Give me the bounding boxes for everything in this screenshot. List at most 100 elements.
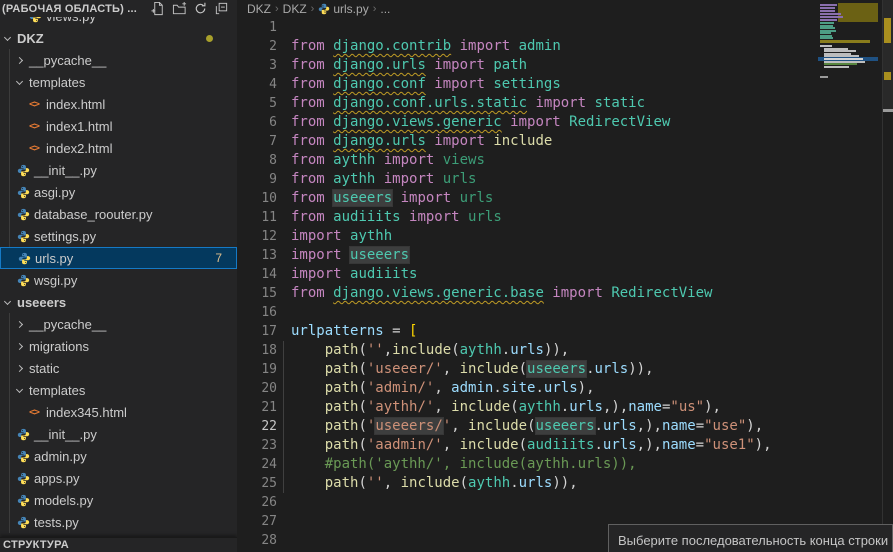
code-token: name (662, 437, 696, 453)
tree-item-migrations[interactable]: migrations (0, 335, 237, 357)
code-line-10[interactable]: from useeers import urls (291, 189, 493, 208)
code-token: . (493, 380, 501, 396)
tree-item--pycache-[interactable]: __pycache__ (0, 49, 237, 71)
overview-ruler-scrollbar[interactable] (883, 0, 893, 552)
code-line-25[interactable]: path('', include(aythh.urls)), (291, 474, 578, 493)
line-number[interactable]: 24 (237, 455, 277, 474)
line-number[interactable]: 26 (237, 493, 277, 512)
line-number[interactable]: 18 (237, 341, 277, 360)
line-number[interactable]: 2 (237, 37, 277, 56)
line-number[interactable]: 7 (237, 132, 277, 151)
line-number[interactable]: 10 (237, 189, 277, 208)
line-number[interactable]: 1 (237, 18, 277, 37)
line-number[interactable]: 3 (237, 56, 277, 75)
code-line-8[interactable]: from aythh import views (291, 151, 485, 170)
line-number[interactable]: 4 (237, 75, 277, 94)
code-line-4[interactable]: from django.conf import settings (291, 75, 561, 94)
code-line-17[interactable]: urlpatterns = [ (291, 322, 417, 341)
line-number[interactable]: 23 (237, 436, 277, 455)
tree-item-index1-html[interactable]: <>index1.html (0, 115, 237, 137)
code-line-9[interactable]: from aythh import urls (291, 170, 476, 189)
code-line-24[interactable]: #path('aythh/', include(aythh.urls)), (291, 455, 637, 474)
line-number[interactable]: 22 (237, 417, 277, 436)
code-line-12[interactable]: import aythh (291, 227, 392, 246)
code-token: ( (358, 418, 366, 434)
code-line-6[interactable]: from django.views.generic import Redirec… (291, 113, 670, 132)
code-line-21[interactable]: path('aythh/', include(aythh.urls,),name… (291, 398, 721, 417)
tree-item-database-roouter-py[interactable]: database_roouter.py (0, 203, 237, 225)
tree-item-index-html[interactable]: <>index.html (0, 93, 237, 115)
problems-count-badge: 7 (215, 251, 222, 265)
line-number[interactable]: 13 (237, 246, 277, 265)
tree-item-settings-py[interactable]: settings.py (0, 225, 237, 247)
code-token: admin (519, 38, 561, 54)
code-line-5[interactable]: from django.conf.urls.static import stat… (291, 94, 645, 113)
tree-item--init-py[interactable]: __init__.py (0, 423, 237, 445)
code-line-11[interactable]: from audiiits import urls (291, 208, 502, 227)
code-token: ), (746, 418, 763, 434)
tree-item-apps-py[interactable]: apps.py (0, 467, 237, 489)
tree-item-admin-py[interactable]: admin.py (0, 445, 237, 467)
code-token: useeers (350, 247, 409, 263)
tree-item-tests-py[interactable]: tests.py (0, 511, 237, 533)
code-token (291, 380, 325, 396)
line-number[interactable]: 5 (237, 94, 277, 113)
line-number[interactable]: 9 (237, 170, 277, 189)
tree-item-urls-py[interactable]: urls.py7 (0, 247, 237, 269)
code-line-2[interactable]: from django.contrib import admin (291, 37, 561, 56)
chevron-down-icon (16, 385, 23, 392)
new-folder-icon[interactable] (172, 1, 187, 16)
breadcrumb-item-urls-py[interactable]: urls.py (318, 2, 368, 16)
tree-item-label: migrations (29, 339, 89, 354)
code-token: django.urls (333, 133, 426, 149)
tree-item-useeers[interactable]: useeers (0, 291, 237, 313)
tree-item-templates[interactable]: templates (0, 379, 237, 401)
tree-item-wsgi-py[interactable]: wsgi.py (0, 269, 237, 291)
line-number[interactable]: 28 (237, 531, 277, 550)
line-number[interactable]: 8 (237, 151, 277, 170)
tree-item-index345-html[interactable]: <>index345.html (0, 401, 237, 423)
tree-item-dkz[interactable]: DKZ (0, 27, 237, 49)
tree-item--init-py[interactable]: __init__.py (0, 159, 237, 181)
code-line-15[interactable]: from django.views.generic.base import Re… (291, 284, 712, 303)
code-line-3[interactable]: from django.urls import path (291, 56, 527, 75)
code-line-23[interactable]: path('aadmin/', include(audiiits.urls,),… (291, 436, 772, 455)
tree-item-templates[interactable]: templates (0, 71, 237, 93)
line-number[interactable]: 20 (237, 379, 277, 398)
code-token: import (401, 209, 468, 225)
breadcrumb-item-dkz[interactable]: DKZ (283, 2, 307, 16)
minimap[interactable] (818, 0, 878, 100)
breadcrumb-item--[interactable]: ... (380, 2, 390, 16)
line-number[interactable]: 14 (237, 265, 277, 284)
minimap-bar (820, 45, 832, 47)
code-line-22[interactable]: path('useeers/', include(useeers.urls,),… (291, 417, 763, 436)
tree-item--pycache-[interactable]: __pycache__ (0, 313, 237, 335)
line-number[interactable]: 11 (237, 208, 277, 227)
code-line-19[interactable]: path('useeer/', include(useeers.urls)), (291, 360, 654, 379)
line-number[interactable]: 21 (237, 398, 277, 417)
line-number[interactable]: 12 (237, 227, 277, 246)
code-line-18[interactable]: path('',include(aythh.urls)), (291, 341, 569, 360)
line-number[interactable]: 17 (237, 322, 277, 341)
new-file-icon[interactable] (151, 1, 166, 16)
code-token: views (443, 152, 485, 168)
tree-item-static[interactable]: static (0, 357, 237, 379)
line-number[interactable]: 27 (237, 512, 277, 531)
line-number[interactable]: 25 (237, 474, 277, 493)
line-number[interactable]: 19 (237, 360, 277, 379)
line-number[interactable]: 6 (237, 113, 277, 132)
code-line-14[interactable]: import audiiits (291, 265, 417, 284)
tree-item-index2-html[interactable]: <>index2.html (0, 137, 237, 159)
code-line-20[interactable]: path('admin/', admin.site.urls), (291, 379, 595, 398)
code-token: from (291, 152, 333, 168)
code-line-13[interactable]: import useeers (291, 246, 409, 265)
line-number[interactable]: 16 (237, 303, 277, 322)
collapse-all-icon[interactable] (214, 1, 229, 16)
tree-item-models-py[interactable]: models.py (0, 489, 237, 511)
code-line-7[interactable]: from django.urls import include (291, 132, 552, 151)
breadcrumb-item-dkz[interactable]: DKZ (247, 2, 271, 16)
line-number[interactable]: 15 (237, 284, 277, 303)
outline-section-header[interactable]: СТРУКТУРА (0, 537, 237, 552)
tree-item-asgi-py[interactable]: asgi.py (0, 181, 237, 203)
refresh-icon[interactable] (193, 1, 208, 16)
